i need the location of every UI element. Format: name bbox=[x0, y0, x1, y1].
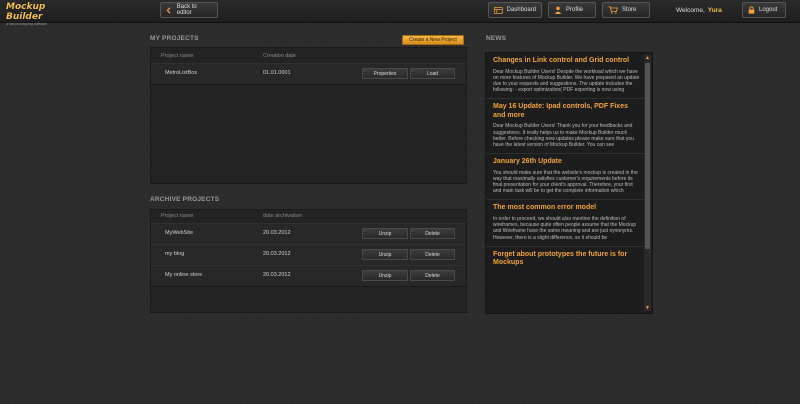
profile-label: Profile bbox=[566, 7, 584, 13]
col-header-project-name: Project name bbox=[161, 213, 194, 219]
logo-title: Mockup Builder bbox=[6, 2, 46, 22]
news-item-title[interactable]: January 26th Update bbox=[493, 158, 640, 167]
delete-button[interactable]: Delete bbox=[410, 270, 455, 281]
delete-button[interactable]: Delete bbox=[410, 228, 455, 239]
back-to-editor-label: Back to editor bbox=[176, 4, 197, 16]
logout-label: Logout bbox=[759, 7, 778, 13]
project-name: My online store bbox=[165, 272, 203, 278]
unzip-button[interactable]: Unzip bbox=[362, 228, 408, 239]
dashboard-label: Dashboard bbox=[506, 7, 536, 13]
store-button[interactable]: Store bbox=[602, 2, 650, 18]
project-date: 20.03.2012 bbox=[263, 272, 291, 278]
news-item-text: Dear Mockup Builder Users! Thank you for… bbox=[493, 123, 634, 148]
cart-icon bbox=[608, 6, 618, 14]
welcome-message: Welcome, Yura bbox=[676, 7, 722, 14]
news-item: May 16 Update: Ipad controls, PDF Fixes … bbox=[486, 99, 648, 155]
back-to-editor-button[interactable]: Back to editor bbox=[160, 2, 218, 18]
back-arrow-icon bbox=[166, 6, 171, 14]
news-title: NEWS bbox=[486, 35, 507, 42]
project-date: 20.03.2012 bbox=[263, 230, 291, 236]
news-item-title[interactable]: May 16 Update: Ipad controls, PDF Fixes … bbox=[493, 103, 640, 120]
table-row: My online store 20.03.2012 Unzip Delete bbox=[151, 265, 466, 287]
project-date: 01.01.0001 bbox=[263, 70, 291, 76]
news-item-title[interactable]: The most common error model bbox=[493, 204, 640, 213]
dashboard-button[interactable]: Dashboard bbox=[488, 2, 542, 18]
news-item: Forget about prototypes the future is fo… bbox=[486, 247, 648, 276]
profile-icon bbox=[554, 6, 562, 14]
load-button[interactable]: Load bbox=[410, 68, 455, 79]
col-header-creation-date: Creation date bbox=[263, 53, 297, 59]
dashboard-icon bbox=[494, 6, 503, 14]
project-name: my blog bbox=[165, 251, 185, 257]
news-item-title[interactable]: Forget about prototypes the future is fo… bbox=[493, 251, 640, 268]
table-row: MetroListBox 01.01.0001 Properties Load bbox=[151, 63, 466, 85]
news-item-title[interactable]: Changes in Link control and Grid control bbox=[493, 57, 640, 66]
news-item: Changes in Link control and Grid control… bbox=[486, 53, 648, 100]
archive-projects-title: ARCHIVE PROJECTS bbox=[150, 196, 220, 203]
project-name: MyWebSite bbox=[165, 230, 194, 236]
my-projects-title: MY PROJECTS bbox=[150, 35, 199, 42]
news-item-text: Dear Mockup Builder Users! Despite the w… bbox=[493, 68, 640, 94]
properties-button[interactable]: Properties bbox=[362, 68, 408, 79]
news-item-text: In order to proceed, we should also ment… bbox=[493, 215, 637, 241]
store-label: Store bbox=[622, 7, 637, 13]
welcome-text: Welcome, bbox=[676, 7, 705, 14]
unzip-button[interactable]: Unzip bbox=[362, 249, 408, 260]
news-item: The most common error model In order to … bbox=[486, 200, 648, 247]
news-item-text: You should make sure that the website's … bbox=[493, 169, 638, 195]
logo[interactable]: Mockup Builder a fast prototyping softwa… bbox=[6, 2, 76, 26]
col-header-project-name: Project name bbox=[161, 53, 194, 59]
news-scrollbar[interactable]: ▲ ▼ bbox=[644, 55, 651, 311]
archive-projects-panel: Project name date archivation MyWebSite … bbox=[150, 209, 467, 313]
my-projects-panel: Project name Creation date MetroListBox … bbox=[150, 47, 467, 184]
project-date: 20.03.2012 bbox=[263, 251, 291, 257]
table-row: MyWebSite 20.03.2012 Unzip Delete bbox=[151, 223, 466, 245]
scroll-thumb[interactable] bbox=[645, 63, 650, 249]
table-row: my blog 20.03.2012 Unzip Delete bbox=[151, 244, 466, 266]
logout-button[interactable]: Logout bbox=[742, 2, 786, 18]
top-bar: Mockup Builder a fast prototyping softwa… bbox=[0, 0, 800, 26]
scroll-up-arrow-icon[interactable]: ▲ bbox=[644, 55, 651, 61]
delete-button[interactable]: Delete bbox=[410, 249, 455, 260]
unzip-button[interactable]: Unzip bbox=[362, 270, 408, 281]
lock-icon bbox=[748, 6, 755, 14]
profile-button[interactable]: Profile bbox=[548, 2, 596, 18]
create-project-button[interactable]: Create a New Project bbox=[402, 35, 464, 45]
logo-tagline: a fast prototyping software bbox=[6, 22, 48, 26]
project-name: MetroListBox bbox=[165, 70, 198, 76]
scroll-down-arrow-icon[interactable]: ▼ bbox=[644, 305, 651, 311]
col-header-date-archivation: date archivation bbox=[263, 213, 302, 219]
news-item: January 26th Update You should make sure… bbox=[486, 154, 648, 201]
username: Yura bbox=[707, 7, 722, 14]
news-panel: Changes in Link control and Grid control… bbox=[485, 52, 653, 314]
